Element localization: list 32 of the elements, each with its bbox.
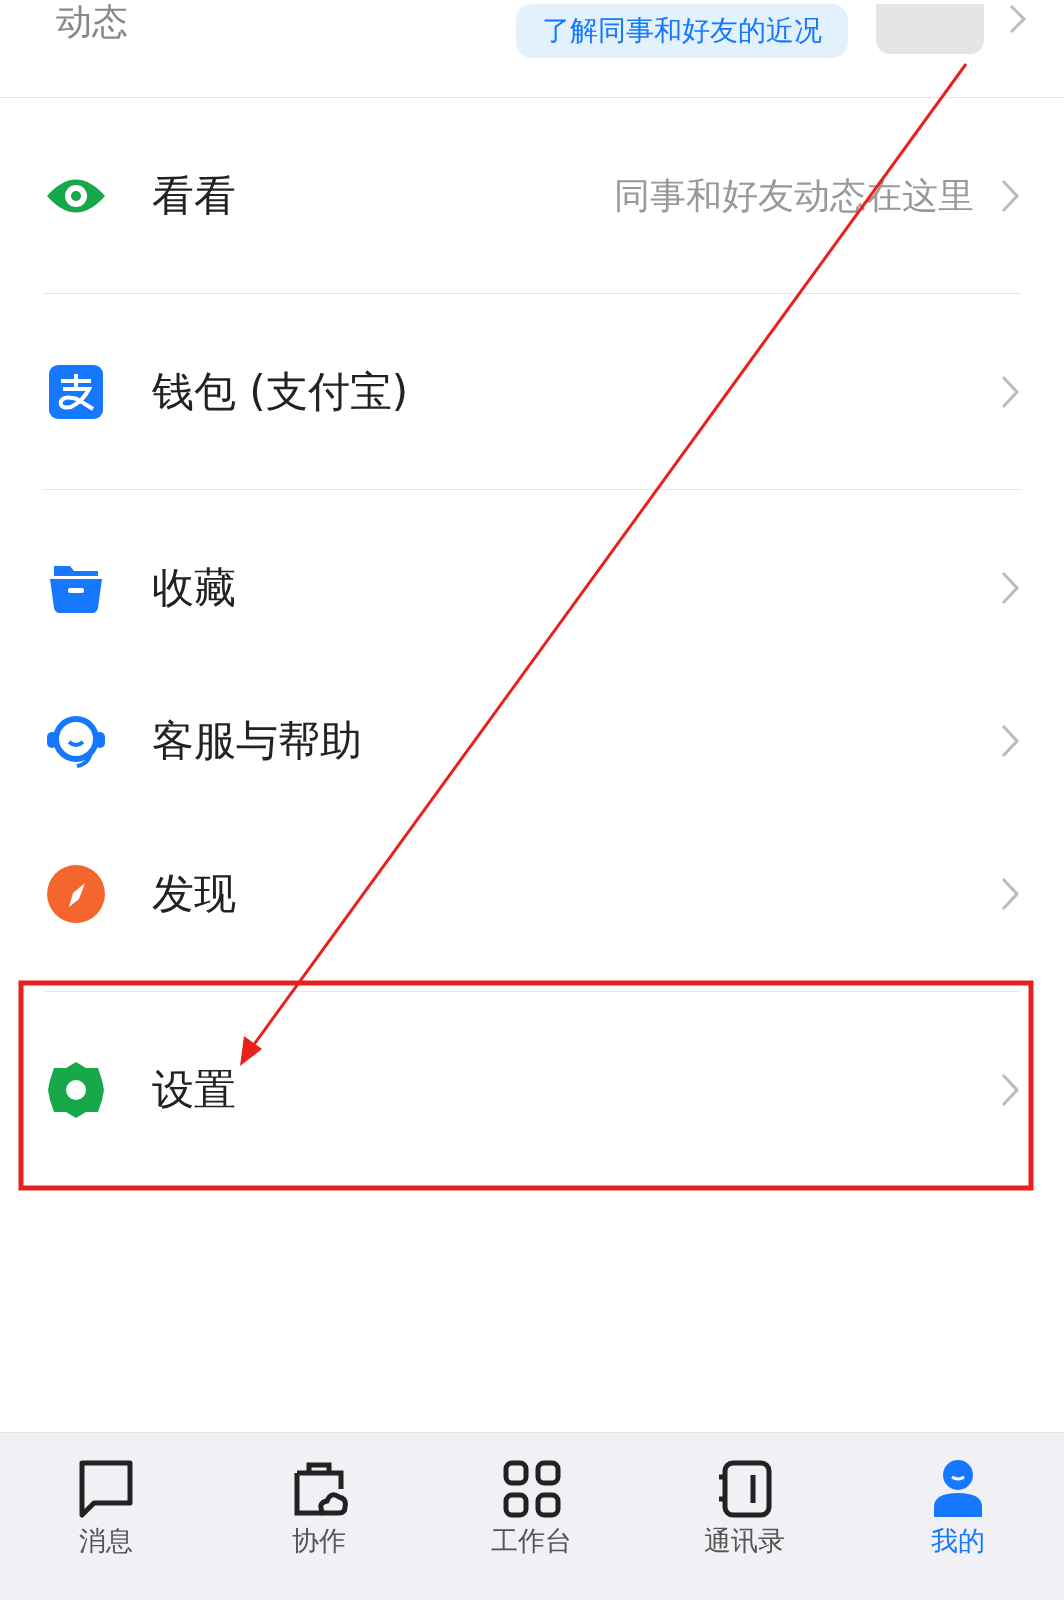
chevron-icon (1000, 876, 1020, 911)
chevron-icon (1000, 570, 1020, 605)
item-label: 设置 (152, 1064, 236, 1116)
chevron-icon (1000, 374, 1020, 409)
menu-item[interactable]: 发现 (44, 817, 1020, 970)
item-hint: 同事和好友动态在这里 (614, 173, 974, 218)
item-label: 钱包 (支付宝) (152, 366, 409, 418)
grid-icon (502, 1459, 562, 1519)
menu-item[interactable]: 收藏 (44, 511, 1020, 664)
tab[interactable]: 消息 (0, 1459, 213, 1600)
tab[interactable]: 通讯录 (638, 1459, 852, 1600)
item-label: 客服与帮助 (152, 715, 362, 767)
item-label: 发现 (152, 868, 236, 920)
compass-icon (47, 864, 105, 923)
photo-thumbnail[interactable] (876, 4, 984, 54)
item-label: 收藏 (152, 562, 236, 614)
chevron-icon (1000, 723, 1020, 758)
settings-icon (46, 1059, 106, 1120)
menu-item[interactable]: 看看 同事和好友动态在这里 (44, 119, 1020, 272)
chevron-icon (1000, 178, 1020, 213)
tab[interactable]: 我的 (851, 1459, 1064, 1600)
section-title: 动态 (56, 4, 128, 40)
payment-icon (49, 364, 103, 419)
tab[interactable]: 工作台 (425, 1459, 639, 1600)
menu-item[interactable]: 客服与帮助 (44, 664, 1020, 817)
tab[interactable]: 协作 (212, 1459, 426, 1600)
hint-bubble: 了解同事和好友的近况 (516, 4, 848, 58)
chevron-icon (1008, 4, 1028, 34)
item-label: 看看 (152, 170, 236, 222)
menu-item[interactable]: 钱包 (支付宝) (44, 315, 1020, 468)
menu-item[interactable]: 设置 (44, 1013, 1020, 1166)
chevron-icon (1000, 1072, 1020, 1107)
